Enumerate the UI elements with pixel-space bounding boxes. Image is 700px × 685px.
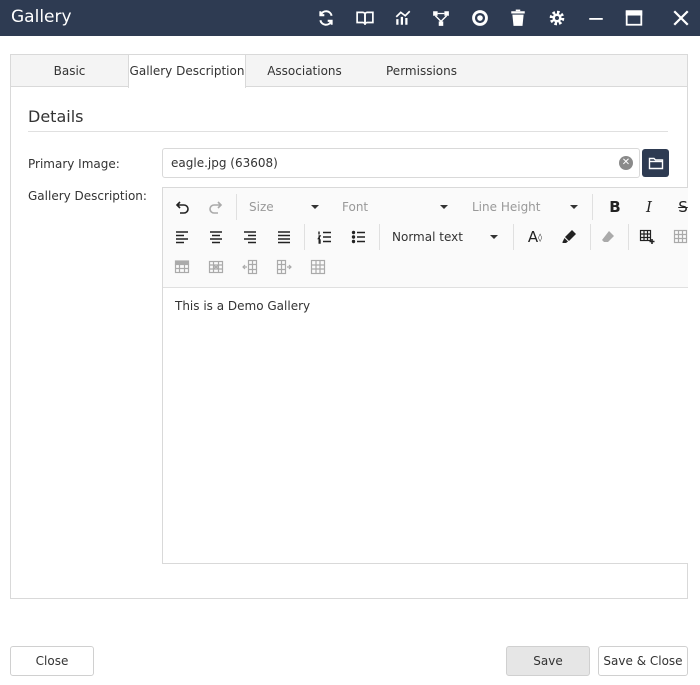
chart-icon[interactable]: [393, 8, 413, 28]
size-select-label: Size: [249, 200, 274, 214]
maximize-icon[interactable]: [624, 8, 644, 28]
section-divider: [28, 131, 668, 132]
highlighter-icon[interactable]: [557, 225, 581, 249]
redo-icon[interactable]: [204, 195, 228, 219]
line-height-select-label: Line Height: [472, 200, 541, 214]
book-icon[interactable]: [355, 8, 375, 28]
unordered-list-icon[interactable]: [347, 225, 371, 249]
refresh-icon[interactable]: [316, 8, 336, 28]
insert-row-above-icon[interactable]: [170, 255, 194, 279]
chevron-down-icon: [570, 205, 578, 209]
paragraph-format-select[interactable]: Normal text: [392, 225, 498, 249]
tab-gallery-description[interactable]: Gallery Description: [128, 55, 246, 88]
gallery-description-label: Gallery Description:: [28, 189, 147, 203]
bold-icon[interactable]: B: [603, 195, 627, 219]
folder-icon: [648, 157, 663, 170]
chevron-down-icon: [311, 205, 319, 209]
window-title: Gallery: [11, 7, 72, 27]
minimize-icon[interactable]: [586, 8, 606, 28]
trash-icon[interactable]: [508, 8, 528, 28]
insert-column-right-icon[interactable]: [272, 255, 296, 279]
delete-column-icon[interactable]: [306, 255, 330, 279]
tab-permissions[interactable]: Permissions: [363, 55, 480, 87]
rich-text-editor[interactable]: Size Font Line Height B I S Normal text …: [162, 187, 688, 564]
clear-icon[interactable]: ✕: [619, 156, 633, 170]
toolbar-divider: [379, 224, 380, 250]
close-icon[interactable]: [671, 8, 691, 28]
tab-strip: Basic Gallery Description Associations P…: [11, 55, 687, 88]
paragraph-format-label: Normal text: [392, 230, 463, 244]
insert-column-left-icon[interactable]: [238, 255, 262, 279]
save-close-button[interactable]: Save & Close: [598, 646, 688, 676]
align-justify-icon[interactable]: [272, 225, 296, 249]
chevron-down-icon: [490, 235, 498, 239]
primary-image-value: eagle.jpg (63608): [171, 156, 278, 170]
size-select[interactable]: Size: [249, 195, 319, 219]
toolbar-divider: [590, 224, 591, 250]
table-properties-icon[interactable]: [669, 225, 688, 249]
editor-toolbar: Size Font Line Height B I S Normal text …: [163, 188, 688, 288]
toolbar-divider: [236, 194, 237, 220]
ordered-list-icon[interactable]: [313, 225, 337, 249]
undo-icon[interactable]: [170, 195, 194, 219]
delete-row-icon[interactable]: [204, 255, 228, 279]
italic-icon[interactable]: I: [637, 195, 661, 219]
toolbar-divider: [304, 224, 305, 250]
details-panel: Basic Gallery Description Associations P…: [10, 54, 688, 599]
toolbar-divider: [592, 194, 593, 220]
title-bar: Gallery: [0, 0, 700, 36]
gear-icon[interactable]: [547, 8, 567, 28]
toolbar-divider: [628, 224, 629, 250]
font-select-label: Font: [342, 200, 369, 214]
align-left-icon[interactable]: [170, 225, 194, 249]
editor-content[interactable]: This is a Demo Gallery: [175, 299, 310, 313]
cog-badge-icon[interactable]: [470, 8, 490, 28]
save-button[interactable]: Save: [506, 646, 590, 676]
eraser-icon[interactable]: [596, 225, 620, 249]
toolbar-divider: [513, 224, 514, 250]
browse-folder-button[interactable]: [642, 149, 669, 177]
font-select[interactable]: Font: [342, 195, 448, 219]
strikethrough-icon[interactable]: S: [671, 195, 688, 219]
insert-table-icon[interactable]: [635, 225, 659, 249]
primary-image-field[interactable]: eagle.jpg (63608) ✕: [162, 148, 640, 178]
align-right-icon[interactable]: [238, 225, 262, 249]
tab-basic[interactable]: Basic: [11, 55, 128, 87]
line-height-select[interactable]: Line Height: [472, 195, 578, 219]
chevron-down-icon: [440, 205, 448, 209]
font-color-icon[interactable]: A ◊: [523, 225, 547, 249]
primary-image-label: Primary Image:: [28, 157, 120, 171]
hierarchy-icon[interactable]: [431, 8, 451, 28]
tab-associations[interactable]: Associations: [246, 55, 363, 87]
section-title: Details: [28, 107, 84, 126]
close-button[interactable]: Close: [10, 646, 94, 676]
align-center-icon[interactable]: [204, 225, 228, 249]
